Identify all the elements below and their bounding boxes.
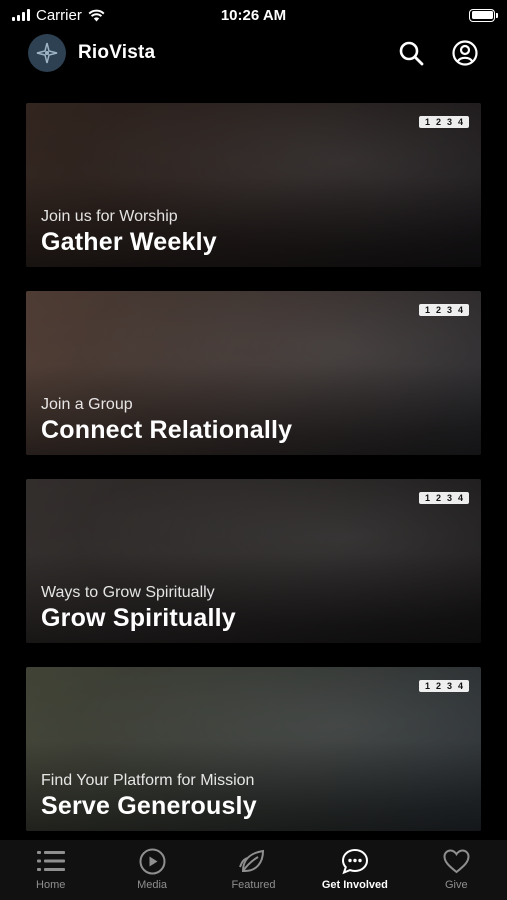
step-badge: 1234 [419,492,469,504]
step-badge: 1234 [419,304,469,316]
leaf-icon [239,849,265,872]
carrier-label: Carrier [36,6,82,24]
tab-featured[interactable]: Featured [206,847,301,891]
card-subtitle: Find Your Platform for Mission [41,772,255,789]
tab-home[interactable]: Home [3,847,98,891]
card-grow-spiritually[interactable]: 1234 Ways to Grow Spiritually Grow Spiri… [26,479,481,643]
status-bar: Carrier 10:26 AM [0,0,507,30]
card-list: 1234 Join us for Worship Gather Weekly 1… [26,103,481,855]
user-circle-icon [452,40,478,66]
step-badge: 1234 [419,116,469,128]
card-subtitle: Join us for Worship [41,208,178,225]
wifi-icon [88,9,105,21]
status-left: Carrier [12,7,105,24]
tab-give[interactable]: Give [409,847,504,891]
app-header: RioVista [0,30,507,76]
search-icon [399,41,424,66]
tab-label: Home [36,879,66,891]
tab-label: Get Involved [321,879,388,891]
card-serve-generously[interactable]: 1234 Find Your Platform for Mission Serv… [26,667,481,831]
list-icon [36,851,65,871]
heart-icon [443,848,470,873]
step-badge: 1234 [419,680,469,692]
card-connect-relationally[interactable]: 1234 Join a Group Connect Relationally [26,291,481,455]
card-title: Serve Generously [41,792,257,820]
tab-label: Media [137,879,168,891]
compass-logo-icon [36,42,58,64]
card-subtitle: Ways to Grow Spiritually [41,584,215,601]
tab-media[interactable]: Media [105,847,200,891]
header-actions [397,39,479,67]
card-gather-weekly[interactable]: 1234 Join us for Worship Gather Weekly [26,103,481,267]
app-title: RioVista [78,42,156,63]
play-circle-icon [139,848,166,874]
profile-button[interactable] [451,39,479,67]
tab-label: Give [444,879,468,891]
chat-bubble-icon [341,848,368,874]
card-title: Gather Weekly [41,228,217,256]
tab-label: Featured [231,879,276,891]
search-button[interactable] [397,39,425,67]
cellular-signal-icon [12,9,30,21]
logo[interactable] [28,34,66,72]
card-title: Grow Spiritually [41,604,236,632]
card-subtitle: Join a Group [41,396,133,413]
battery-icon [469,8,498,22]
card-title: Connect Relationally [41,416,293,444]
tab-bar: Home Media Featured Get Involved Give [0,840,507,900]
tab-get-involved[interactable]: Get Involved [307,847,402,891]
